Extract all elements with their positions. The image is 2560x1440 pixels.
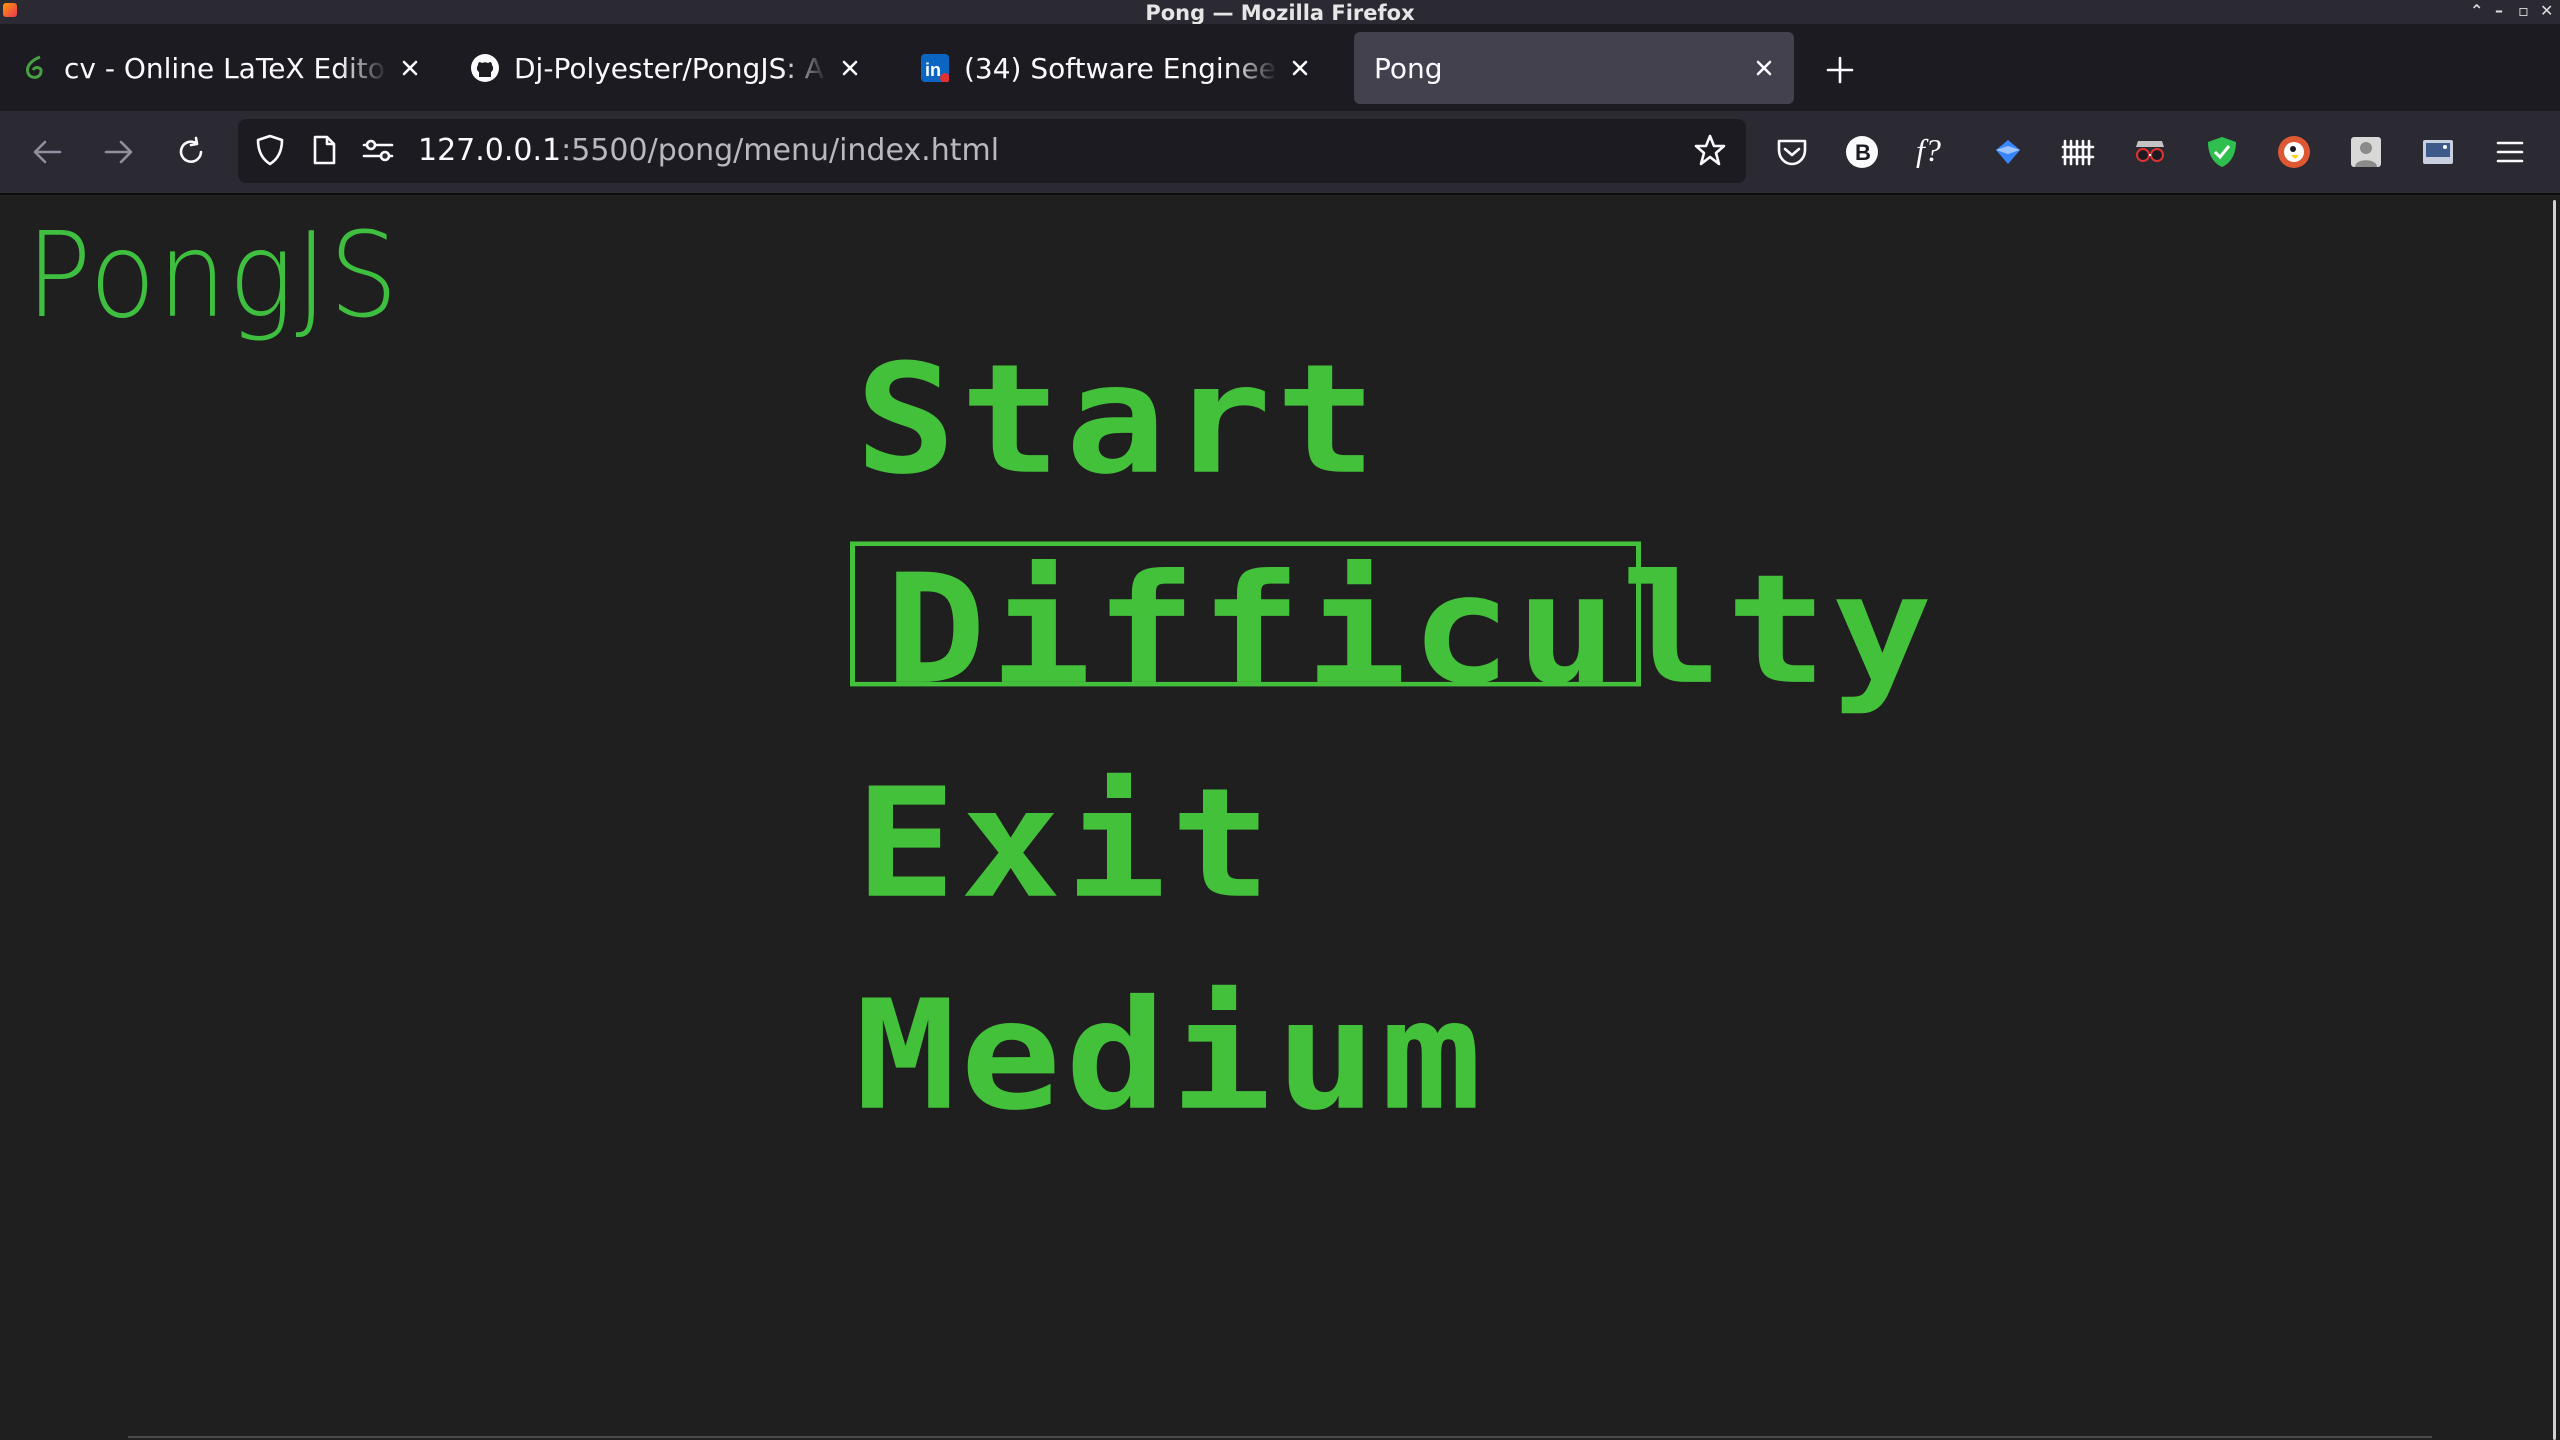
menu-item-start[interactable]: Start (855, 344, 1381, 495)
reload-button[interactable] (172, 133, 210, 171)
glasses-icon[interactable] (2130, 132, 2170, 172)
url-host: 127.0.0.1 (418, 133, 562, 168)
maximize-window-button[interactable]: ▫ (2518, 0, 2529, 22)
close-icon[interactable] (836, 54, 864, 82)
user-icon[interactable] (2346, 132, 2386, 172)
tracking-shield-icon[interactable] (252, 132, 288, 168)
window-title: Pong — Mozilla Firefox (1145, 1, 1415, 25)
svg-text:f?: f? (1916, 134, 1941, 168)
close-icon[interactable] (1750, 54, 1778, 82)
linkedin-icon: in (920, 53, 950, 83)
close-icon[interactable] (1286, 54, 1314, 82)
url-path: :5500/pong/menu/index.html (561, 133, 1000, 168)
close-icon[interactable] (396, 54, 424, 82)
tab-pong[interactable]: Pong (1354, 32, 1794, 104)
page-icon[interactable] (306, 132, 342, 168)
barcode-icon[interactable] (2058, 132, 2098, 172)
site-permissions-icon[interactable] (360, 132, 396, 168)
reload-icon (179, 136, 203, 163)
firefox-app-icon (3, 3, 17, 17)
menu-item-difficulty[interactable]: Difficulty (850, 541, 1932, 705)
tab-linkedin[interactable]: in (34) Software Engineer I (E (900, 32, 1330, 104)
back-button[interactable] (28, 133, 66, 171)
navigation-toolbar: 127.0.0.1:5500/pong/menu/index.html B f? (0, 111, 2560, 193)
url-text[interactable]: 127.0.0.1:5500/pong/menu/index.html (418, 119, 999, 183)
b-icon[interactable]: B (1842, 132, 1882, 172)
arrow-left-icon (33, 140, 62, 164)
tab-title: Dj-Polyester/PongJS: A Pong (514, 51, 828, 85)
tab-strip: cv - Online LaTeX Editor Overleaf Dj-Pol… (0, 24, 2560, 111)
overleaf-icon (20, 53, 50, 83)
forward-button[interactable] (100, 133, 138, 171)
bottom-divider (128, 1436, 2432, 1438)
page-logo: PongJS (26, 206, 400, 344)
f-question-icon[interactable]: f? (1914, 132, 1954, 172)
duckduckgo-icon[interactable] (2274, 132, 2314, 172)
bookmark-star-icon[interactable] (1692, 132, 1728, 168)
tab-title: Pong (1374, 51, 1443, 85)
tab-title: (34) Software Engineer I (E (964, 51, 1278, 85)
close-window-button[interactable]: ✕ (2540, 0, 2553, 22)
tab-title: cv - Online LaTeX Editor Overleaf (64, 51, 388, 85)
github-icon (470, 53, 500, 83)
minimize-window-button[interactable]: – (2495, 0, 2503, 22)
minimize-icon[interactable]: ⌃ (2470, 0, 2483, 22)
pocket-icon[interactable] (1772, 132, 1812, 172)
svg-text:in: in (925, 60, 941, 80)
url-bar[interactable]: 127.0.0.1:5500/pong/menu/index.html (238, 119, 1746, 183)
svg-text:B: B (1855, 140, 1871, 165)
hamburger-menu-icon[interactable] (2490, 132, 2530, 172)
plus-icon (1826, 56, 1854, 84)
tab-overleaf[interactable]: cv - Online LaTeX Editor Overleaf (0, 32, 440, 104)
tab-github[interactable]: Dj-Polyester/PongJS: A Pong (450, 32, 880, 104)
menu-item-exit[interactable]: Exit (855, 768, 1276, 919)
arrow-right-icon (104, 140, 133, 164)
photo-icon[interactable] (2418, 132, 2458, 172)
green-shield-icon[interactable] (2202, 132, 2242, 172)
blue-shield-icon[interactable] (1988, 132, 2028, 172)
new-tab-button[interactable] (1822, 52, 1858, 88)
scrollbar-thumb[interactable] (2553, 200, 2556, 1440)
window-titlebar: Pong — Mozilla Firefox ⌃ – ▫ ✕ (0, 0, 2560, 25)
menu-item-medium[interactable]: Medium (855, 980, 1486, 1131)
